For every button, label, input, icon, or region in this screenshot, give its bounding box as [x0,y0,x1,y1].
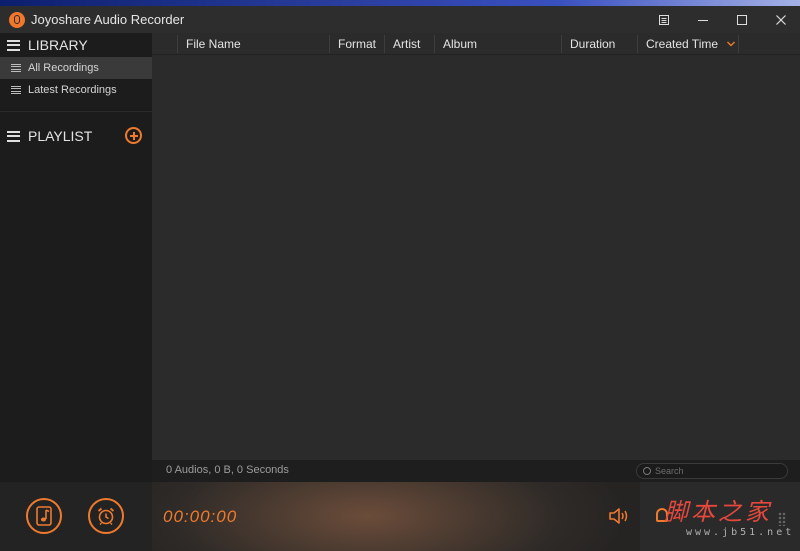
maximize-icon [736,14,747,25]
volume-icon[interactable] [608,506,630,526]
elapsed-time: 00:00:00 [163,507,238,526]
playlist-header[interactable]: PLAYLIST [0,125,152,147]
maximize-button[interactable] [722,6,761,33]
column-separator[interactable] [738,35,739,53]
sidebar-item-latest-recordings[interactable]: Latest Recordings [0,79,152,101]
add-playlist-button[interactable] [125,127,142,144]
sidebar-item-label: All Recordings [28,62,99,74]
close-button[interactable] [761,6,800,33]
library-summary: 0 Audios, 0 B, 0 Seconds [166,464,289,476]
column-duration[interactable]: Duration [562,33,637,55]
minimize-icon [697,19,708,21]
music-note-icon [36,506,52,526]
menu-button[interactable] [644,6,683,33]
music-library-button[interactable] [26,498,62,534]
title-bar[interactable]: Joyoshare Audio Recorder [0,6,800,33]
player-area: 00:00:00 [152,482,640,551]
list-icon [11,86,21,94]
window-controls [644,6,800,33]
sidebar-divider [0,111,152,112]
watermark-text: 脚本之家 [664,498,772,526]
search-box[interactable] [636,463,788,479]
status-bar: 0 Audios, 0 B, 0 Seconds [152,460,800,482]
column-format[interactable]: Format [330,33,385,55]
close-icon [775,14,786,25]
recordings-panel: File Name Format Artist Album Duration C… [152,33,800,460]
list-icon [11,64,21,72]
playlist-label: PLAYLIST [28,128,93,144]
sidebar-item-label: Latest Recordings [28,84,117,96]
minimize-button[interactable] [683,6,722,33]
hamburger-icon [7,39,20,51]
sidebar: LIBRARY All Recordings Latest Recordings… [0,33,152,482]
table-header: File Name Format Artist Album Duration C… [152,33,800,55]
library-label: LIBRARY [28,37,88,53]
menu-icon [658,14,669,25]
column-artist[interactable]: Artist [385,33,435,55]
control-bar: 00:00:00 脚本之家 www.jb51.net [0,482,800,551]
alarm-clock-icon [97,507,115,525]
sort-descending-icon[interactable] [726,39,736,49]
record-area: 脚本之家 www.jb51.net [640,482,800,551]
column-file-name[interactable]: File Name [178,33,330,55]
column-album[interactable]: Album [435,33,562,55]
sidebar-item-all-recordings[interactable]: All Recordings [0,57,152,79]
resize-grip-icon[interactable] [778,512,786,526]
hamburger-icon [7,130,20,142]
watermark-url: www.jb51.net [686,527,795,538]
library-header[interactable]: LIBRARY [0,33,152,57]
app-title: Joyoshare Audio Recorder [31,12,185,27]
schedule-button[interactable] [88,498,124,534]
quick-actions [0,482,152,551]
search-icon [643,467,651,475]
search-input[interactable] [655,465,780,477]
joyoshare-logo-icon [9,11,25,28]
column-created-time[interactable]: Created Time [638,33,724,55]
